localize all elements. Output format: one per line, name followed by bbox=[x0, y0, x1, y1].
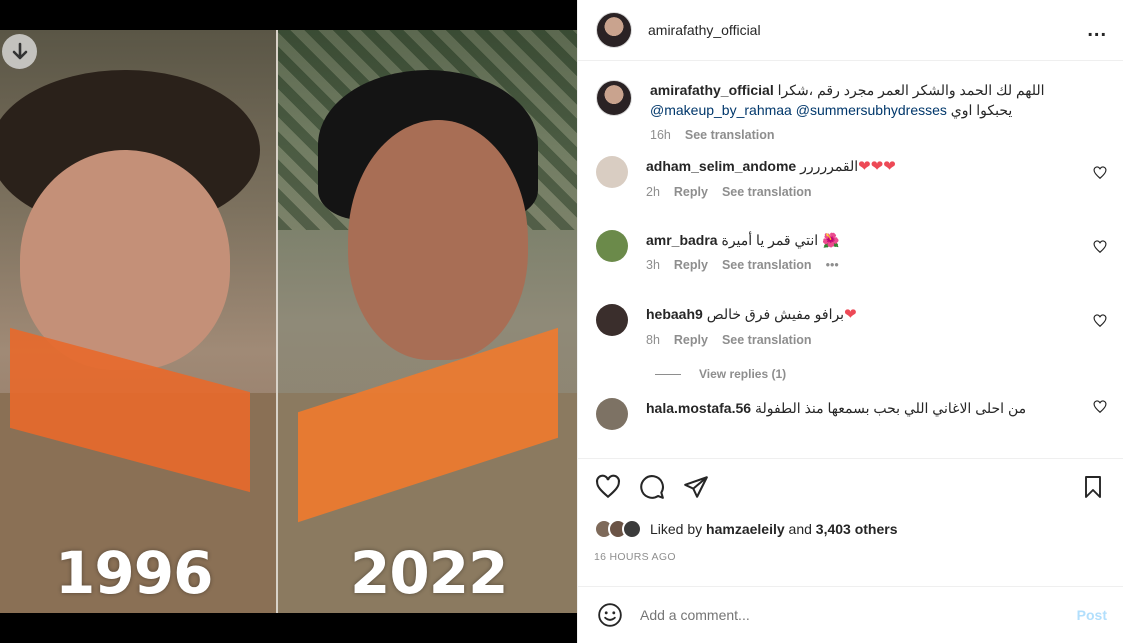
mention-link[interactable]: @makeup_by_rahmaa bbox=[650, 102, 792, 118]
comment-text: القمررررر bbox=[800, 158, 859, 174]
comment-more-icon[interactable]: ••• bbox=[826, 258, 839, 272]
avatar[interactable] bbox=[596, 398, 628, 430]
more-options-icon[interactable]: ... bbox=[1087, 19, 1107, 42]
caption-username[interactable]: amirafathy_official bbox=[650, 82, 774, 98]
comment-text: انتي قمر يا أميرة bbox=[721, 232, 819, 248]
comment-item: amr_badra انتي قمر يا أميرة 🌺 3h Reply S… bbox=[596, 230, 1107, 304]
see-translation-link[interactable]: See translation bbox=[722, 258, 812, 272]
avatar[interactable] bbox=[596, 80, 632, 116]
share-paper-plane-icon[interactable] bbox=[682, 473, 710, 501]
like-comment-heart-icon[interactable] bbox=[1093, 240, 1107, 254]
like-comment-heart-icon[interactable] bbox=[1093, 166, 1107, 180]
instagram-post-view: 1996 2022 amirafathy_official ... amiraf… bbox=[0, 0, 1123, 643]
post-author-username[interactable]: amirafathy_official bbox=[648, 22, 761, 38]
avatar[interactable] bbox=[596, 230, 628, 262]
comment-time[interactable]: 2h bbox=[646, 185, 660, 199]
comment-time[interactable]: 8h bbox=[646, 333, 660, 347]
post-timestamp[interactable]: 16 HOURS AGO bbox=[594, 551, 1107, 563]
comment-item: adham_selim_andome القمررررر❤❤❤ 2h Reply… bbox=[596, 156, 1107, 230]
avatar[interactable] bbox=[596, 12, 632, 48]
see-translation-link[interactable]: See translation bbox=[685, 128, 775, 142]
photo-right-2022: 2022 bbox=[276, 30, 577, 613]
post-actions: Liked by hamzaeleily and 3,403 others 16… bbox=[578, 458, 1123, 563]
avatar bbox=[622, 519, 642, 539]
comment-bubble-icon[interactable] bbox=[638, 473, 666, 501]
caption-text-2: يحبكوا اوي bbox=[950, 102, 1013, 118]
reply-button[interactable]: Reply bbox=[674, 333, 708, 347]
year-label-left: 1996 bbox=[55, 539, 213, 607]
view-replies-button[interactable]: View replies (1) bbox=[655, 364, 1107, 384]
like-comment-heart-icon[interactable] bbox=[1093, 400, 1107, 414]
download-arrow-icon[interactable] bbox=[2, 34, 37, 69]
liked-by-others[interactable]: 3,403 others bbox=[816, 521, 898, 537]
post-comment-button[interactable]: Post bbox=[1077, 607, 1107, 623]
comment-text: برافو مفيش فرق خالص bbox=[706, 306, 845, 322]
avatar[interactable] bbox=[596, 304, 628, 336]
post-photo: 1996 2022 bbox=[0, 30, 577, 613]
add-comment-bar: Post bbox=[578, 586, 1123, 643]
caption-text: اللهم لك الحمد والشكر العمر مجرد رقم ،شك… bbox=[777, 82, 1045, 98]
comment-username[interactable]: hebaah9 bbox=[646, 306, 703, 322]
heart-emoji: ❤❤❤ bbox=[858, 158, 896, 175]
comment-username[interactable]: amr_badra bbox=[646, 232, 718, 248]
comment-time[interactable]: 3h bbox=[646, 258, 660, 272]
liked-by-avatars bbox=[594, 519, 642, 539]
emoji-smiley-icon[interactable] bbox=[596, 601, 624, 629]
like-comment-heart-icon[interactable] bbox=[1093, 314, 1107, 328]
avatar[interactable] bbox=[596, 156, 628, 188]
year-label-right: 2022 bbox=[350, 539, 508, 607]
likes-summary[interactable]: Liked by hamzaeleily and 3,403 others bbox=[594, 519, 1107, 539]
like-heart-icon[interactable] bbox=[594, 473, 622, 501]
see-translation-link[interactable]: See translation bbox=[722, 333, 812, 347]
comment-username[interactable]: hala.mostafa.56 bbox=[646, 400, 751, 416]
comment-text: من احلى الاغاني اللي بحب بسمعها منذ الطف… bbox=[754, 400, 1027, 416]
action-icons-row bbox=[594, 473, 1107, 501]
see-translation-link[interactable]: See translation bbox=[722, 185, 812, 199]
heart-emoji: ❤ bbox=[844, 306, 857, 323]
comment-input[interactable] bbox=[640, 607, 1077, 623]
reply-button[interactable]: Reply bbox=[674, 185, 708, 199]
divider bbox=[655, 373, 681, 375]
comment-item: hebaah9 برافو مفيش فرق خالص❤ 8h Reply Se… bbox=[596, 304, 1107, 364]
view-replies-label: View replies (1) bbox=[699, 367, 787, 381]
liked-by-user[interactable]: hamzaeleily bbox=[706, 521, 785, 537]
comment-username[interactable]: adham_selim_andome bbox=[646, 158, 796, 174]
reply-button[interactable]: Reply bbox=[674, 258, 708, 272]
liked-by-prefix: Liked by bbox=[650, 521, 703, 537]
face-shape bbox=[20, 150, 230, 370]
post-header: amirafathy_official ... bbox=[578, 0, 1123, 61]
comment-item: hala.mostafa.56 من احلى الاغاني اللي بحب… bbox=[596, 398, 1107, 430]
photo-left-1996: 1996 bbox=[0, 30, 276, 613]
mention-link[interactable]: @summersubhydresses bbox=[796, 102, 947, 118]
comments-list[interactable]: amirafathy_official اللهم لك الحمد والشك… bbox=[578, 62, 1123, 458]
post-media[interactable]: 1996 2022 bbox=[0, 0, 577, 643]
post-side-panel: amirafathy_official ... amirafathy_offic… bbox=[577, 0, 1123, 643]
flower-emoji: 🌺 bbox=[822, 232, 840, 248]
caption: amirafathy_official اللهم لك الحمد والشك… bbox=[596, 80, 1107, 142]
liked-by-and: and bbox=[788, 521, 812, 537]
face-shape bbox=[348, 120, 528, 360]
caption-time[interactable]: 16h bbox=[650, 128, 671, 142]
save-bookmark-icon[interactable] bbox=[1079, 473, 1107, 501]
